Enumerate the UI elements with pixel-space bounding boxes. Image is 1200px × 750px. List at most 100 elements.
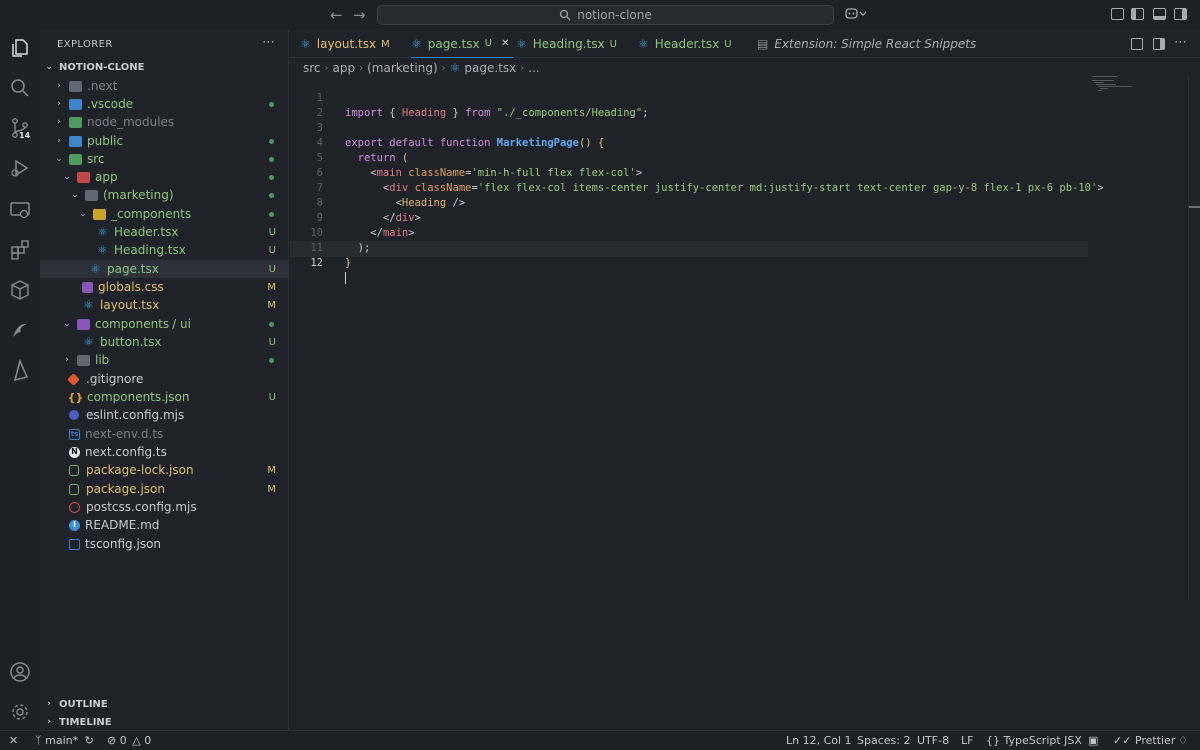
tree-item-components-ui[interactable]: ⌄ components / ui [40,315,289,333]
tree-item-readme[interactable]: i README.md [40,516,289,534]
modified-dot [269,211,274,217]
tree-item-public[interactable]: › public [40,132,289,150]
editor-scrollbar[interactable] [1188,76,1200,600]
tree-item-layout-tsx[interactable]: ⚛ layout.tsx M [40,296,289,314]
accounts-icon[interactable] [9,661,31,683]
tree-item-next-env[interactable]: ts next-env.d.ts [40,425,289,443]
tree-item-postcss-config[interactable]: postcss.config.mjs [40,498,289,516]
react-icon: ⚛ [83,298,94,312]
code-line: 12 [290,241,1090,284]
copilot-icon[interactable] [845,8,867,20]
git-status-badge: U [268,226,276,238]
code-line: 8 </div> [290,181,1090,224]
code-editor[interactable]: 1 import { Heading } from "./_components… [290,76,1188,730]
tab-heading-tsx[interactable]: ⚛ Heading.tsx U [516,30,617,58]
toggle-panel-icon[interactable] [1153,8,1166,20]
code-line: 3 export default function MarketingPage(… [290,106,1090,149]
workspace-root-label: NOTION-CLONE [59,61,145,73]
breadcrumb-page-tsx[interactable]: page.tsx [464,61,516,75]
tree-item-globals-css[interactable]: globals.css M [40,278,289,296]
breadcrumb-symbol[interactable]: ... [528,61,539,75]
tab-extension-simple-react-snippets[interactable]: ▤ Extension: Simple React Snippets [757,30,976,58]
react-icon: ⚛ [97,225,108,239]
problems-indicator[interactable]: ⊘ 0 △ 0 [107,734,151,747]
tree-item-marketing[interactable]: ⌄ (marketing) [40,186,289,204]
remote-indicator-icon[interactable]: ✕ [9,734,18,747]
extensions-icon[interactable] [9,239,31,261]
cursor-position[interactable]: Ln 12, Col 1 [786,734,852,747]
timeline-label: TIMELINE [59,716,112,728]
layout-customize-icon[interactable] [1111,8,1124,20]
workspace-root[interactable]: ⌄ NOTION-CLONE [40,58,289,76]
tree-item-label: globals.css [98,280,164,294]
more-actions-icon[interactable]: ⋯ [262,35,275,50]
tree-item-components-json[interactable]: {} components.json U [40,388,289,406]
chevron-down-icon: ⌄ [79,209,87,219]
more-actions-icon[interactable]: ⋯ [1174,35,1187,50]
language-name: TypeScript JSX [1003,734,1082,747]
toggle-secondary-sidebar-icon[interactable] [1174,8,1187,20]
editor-tabs: ⚛ layout.tsx M ⚛ page.tsx U ✕ ⚛ Heading.… [290,30,1200,58]
tree-item-tsconfig[interactable]: tsconfig.json [40,535,289,553]
git-branch[interactable]: ᛉ main* ↻ [35,734,94,747]
search-icon[interactable] [9,77,31,99]
tree-item-node-modules[interactable]: › node_modules [40,113,289,131]
code-punct: > [1097,182,1104,194]
explorer-icon[interactable] [9,37,31,59]
chevron-down-icon: ⌄ [63,319,71,329]
outline-section[interactable]: › OUTLINE [40,695,289,713]
split-editor-icon[interactable] [1153,38,1165,50]
tree-item-package-lock[interactable]: package-lock.json M [40,461,289,479]
command-center-search[interactable]: notion-clone [377,5,834,25]
minimap[interactable] [1092,76,1132,96]
arrow-left-icon[interactable]: ← [330,6,343,24]
toggle-primary-sidebar-icon[interactable] [1131,8,1144,20]
tree-item-app[interactable]: ⌄ app [40,168,289,186]
chevron-down-icon: ⌄ [71,190,79,200]
tab-header-tsx[interactable]: ⚛ Header.tsx U [638,30,732,58]
tree-item-vscode[interactable]: › .vscode [40,95,289,113]
code-line: 11 } [290,226,1090,269]
language-mode[interactable]: {} TypeScript JSX [986,734,1082,747]
breadcrumb-app[interactable]: app [333,61,356,75]
tsconfig-icon [69,538,80,550]
chevron-right-icon: › [324,62,329,74]
tree-item-button-tsx[interactable]: ⚛ button.tsx U [40,333,289,351]
notifications-bell-icon[interactable]: ♢ [1178,734,1188,747]
remote-explorer-icon[interactable] [9,199,31,221]
tree-item-label: _components [111,207,192,221]
tree-item-next-config[interactable]: N next.config.ts [40,443,289,461]
tree-item-label: layout.tsx [100,298,160,312]
manage-gear-icon[interactable] [9,701,31,723]
arrow-right-icon[interactable]: → [353,6,366,24]
snippets-icon[interactable] [9,319,31,341]
tree-item-page-tsx[interactable]: ⚛ page.tsx U [40,260,289,278]
timeline-section[interactable]: › TIMELINE [40,713,289,731]
prisma-icon[interactable] [9,358,31,382]
tree-item-src[interactable]: ⌄ src [40,150,289,168]
containers-icon[interactable] [9,279,31,301]
tree-item-next[interactable]: › .next [40,77,289,95]
breadcrumb-marketing[interactable]: (marketing) [367,61,438,75]
tree-item-package-json[interactable]: package.json M [40,480,289,498]
tree-item-eslint-config[interactable]: eslint.config.mjs [40,406,289,424]
indentation[interactable]: Spaces: 2 [857,734,910,747]
open-changes-icon[interactable] [1131,38,1143,50]
breadcrumb-src[interactable]: src [303,61,321,75]
prettier-status[interactable]: ✓✓ Prettier [1113,734,1175,747]
encoding[interactable]: UTF-8 [917,734,949,747]
modified-dot [269,174,274,180]
line-ending[interactable]: LF [961,734,973,747]
tree-item-gitignore[interactable]: .gitignore [40,370,289,388]
close-tab-icon[interactable]: ✕ [501,38,509,49]
tree-item-lib[interactable]: › lib [40,351,289,369]
tree-item-components-folder[interactable]: ⌄ _components [40,205,289,223]
run-debug-icon[interactable] [9,157,31,179]
tab-layout-tsx[interactable]: ⚛ layout.tsx M [300,30,390,58]
tab-page-tsx[interactable]: ⚛ page.tsx U ✕ [411,30,514,58]
tree-item-header-tsx[interactable]: ⚛ Header.tsx U [40,223,289,241]
search-text: notion-clone [577,8,652,22]
copilot-status-icon[interactable]: ▣ [1088,734,1098,747]
tree-item-label: package.json [86,482,166,496]
tree-item-heading-tsx[interactable]: ⚛ Heading.tsx U [40,241,289,259]
